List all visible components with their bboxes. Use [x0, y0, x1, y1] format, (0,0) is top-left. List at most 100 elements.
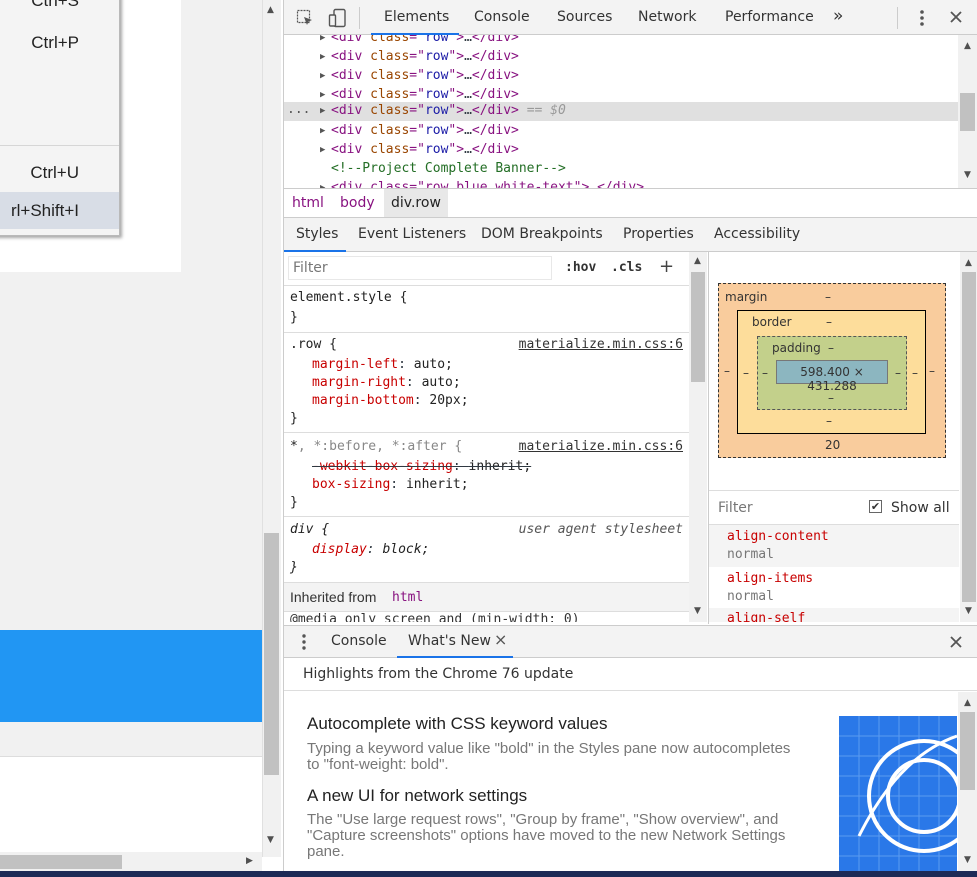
tab-console[interactable]: Console [474, 9, 530, 25]
expand-triangle-icon[interactable]: ▶ [320, 71, 325, 81]
scroll-up-arrow-icon[interactable]: ▲ [267, 5, 274, 15]
dom-node-row[interactable]: ▶ <div class="row">…</div> [284, 141, 958, 160]
tab-event-listeners[interactable]: Event Listeners [358, 226, 466, 242]
new-style-rule-button[interactable]: + [659, 256, 674, 277]
context-menu-item-view-source[interactable]: Ctrl+U [30, 163, 79, 183]
dom-node-row-selected[interactable]: ... ▶ <div class="row">…</div> == $0 [284, 102, 958, 121]
dom-node-row[interactable]: ▶ <div class="row">…</div> [284, 35, 958, 48]
context-menu-item-save[interactable]: Ctrl+S [31, 0, 79, 11]
computed-scrollbar[interactable]: ▲ ▼ [960, 252, 977, 622]
rule-divider [284, 516, 689, 517]
rule-media-partial[interactable]: @media only screen and (min-width: 0) [284, 612, 689, 622]
expand-triangle-icon[interactable]: ▶ [320, 35, 325, 43]
computed-row[interactable]: align-self [709, 608, 959, 622]
expand-triangle-icon[interactable]: ▶ [320, 145, 325, 155]
cls-button[interactable]: .cls [611, 260, 642, 275]
styles-subtabs: Styles Event Listeners DOM Breakpoints P… [284, 218, 977, 252]
whats-new-scrollbar[interactable]: ▲ ▼ [958, 692, 977, 871]
page-horizontal-scroll-thumb[interactable] [0, 855, 122, 869]
breadcrumb-div-row[interactable]: div.row [391, 195, 441, 211]
page-vertical-scroll-thumb[interactable] [264, 533, 279, 775]
box-model-padding[interactable]: padding – – – – 598.400 × 431.288 [757, 336, 907, 410]
page-viewport: Ctrl+S Ctrl+P Ctrl+U rl+Shift+I [0, 0, 262, 857]
dom-comment[interactable]: <!--Project Complete Banner--> [284, 160, 958, 179]
box-model-content[interactable]: 598.400 × 431.288 [776, 360, 888, 393]
dom-node-row-partial[interactable]: ▶ <div class="row blue white-text">…</di… [284, 179, 958, 188]
dom-tree-scrollbar[interactable]: ▲ ▼ [958, 35, 977, 188]
styles-scrollbar[interactable]: ▲ ▼ [689, 252, 707, 622]
show-all-label: Show all [891, 500, 950, 516]
computed-scroll-thumb[interactable] [962, 272, 976, 602]
expand-triangle-icon[interactable]: ▶ [320, 90, 325, 100]
scroll-down-arrow-icon[interactable]: ▼ [965, 606, 972, 616]
scroll-up-arrow-icon[interactable]: ▲ [965, 258, 972, 268]
whats-new-content: Autocomplete with CSS keyword values Typ… [284, 692, 958, 871]
scroll-up-arrow-icon[interactable]: ▲ [694, 256, 701, 266]
whats-new-item-title[interactable]: A new UI for network settings [307, 786, 527, 806]
hov-button[interactable]: :hov [565, 260, 596, 275]
tab-network[interactable]: Network [638, 9, 696, 25]
scroll-up-arrow-icon[interactable]: ▲ [964, 41, 971, 51]
tab-properties[interactable]: Properties [623, 226, 694, 242]
show-all-checkbox[interactable]: ✔ [869, 500, 882, 513]
drawer-tab-console[interactable]: Console [331, 633, 387, 649]
whats-new-scroll-thumb[interactable] [960, 712, 975, 790]
context-menu-item-print[interactable]: Ctrl+P [31, 33, 79, 53]
scroll-right-arrow-icon[interactable]: ▶ [246, 856, 253, 866]
expand-triangle-icon[interactable]: ▶ [320, 52, 325, 62]
rule-row[interactable]: .row { materialize.min.css:6 margin-left… [284, 335, 689, 429]
context-menu: Ctrl+S Ctrl+P Ctrl+U rl+Shift+I [0, 0, 120, 236]
close-drawer-icon[interactable] [949, 635, 963, 649]
inherited-from-link[interactable]: html [392, 590, 423, 605]
tab-dom-breakpoints[interactable]: DOM Breakpoints [481, 226, 603, 242]
scroll-down-arrow-icon[interactable]: ▼ [267, 835, 274, 845]
scroll-down-arrow-icon[interactable]: ▼ [964, 170, 971, 180]
tab-accessibility[interactable]: Accessibility [714, 226, 800, 242]
rule-divider [284, 332, 689, 333]
kebab-menu-icon[interactable] [918, 9, 926, 27]
tab-styles[interactable]: Styles [296, 226, 338, 242]
rule-source-link[interactable]: materialize.min.css:6 [519, 337, 683, 352]
whats-new-header: Highlights from the Chrome 76 update [284, 658, 977, 691]
breadcrumb-body[interactable]: body [340, 195, 375, 211]
device-toolbar-icon[interactable] [328, 8, 348, 28]
whats-new-item-title[interactable]: Autocomplete with CSS keyword values [307, 714, 607, 734]
scroll-down-arrow-icon[interactable]: ▼ [964, 855, 971, 865]
drawer-menu-icon[interactable] [301, 633, 307, 651]
styles-scroll-thumb[interactable] [691, 272, 705, 382]
inspect-element-icon[interactable] [296, 9, 314, 27]
styles-filter-input[interactable]: Filter [288, 256, 552, 280]
double-chevron-right-icon[interactable]: » [833, 6, 843, 26]
rule-universal[interactable]: *, *:before, *:after { materialize.min.c… [284, 437, 689, 513]
dom-node-row[interactable]: ▶ <div class="row">…</div> [284, 48, 958, 67]
dom-tree: ▶ <div class="row">…</div> ▶ <div class=… [284, 35, 958, 188]
margin-bottom-value[interactable]: 20 [825, 438, 840, 452]
computed-row[interactable]: align-content normal [709, 525, 959, 567]
scroll-down-arrow-icon[interactable]: ▼ [694, 606, 701, 616]
drawer-toolbar: Console What's New × [284, 625, 977, 658]
dom-node-row[interactable]: ▶ <div class="row">…</div> [284, 67, 958, 86]
rule-source-link[interactable]: materialize.min.css:6 [519, 439, 683, 454]
tab-sources[interactable]: Sources [557, 9, 612, 25]
scroll-up-arrow-icon[interactable]: ▲ [964, 698, 971, 708]
expand-triangle-icon[interactable]: ▶ [320, 106, 325, 116]
box-model-margin[interactable]: margin – – – 20 border – – – – padding –… [718, 283, 946, 458]
computed-row[interactable]: align-items normal [709, 567, 959, 608]
expand-triangle-icon[interactable]: ▶ [320, 126, 325, 136]
tab-elements[interactable]: Elements [384, 9, 449, 25]
context-menu-item-inspect[interactable]: rl+Shift+I [11, 201, 79, 221]
close-tab-icon[interactable]: × [494, 630, 507, 649]
computed-filter-input[interactable]: Filter [718, 500, 753, 516]
box-model-border[interactable]: border – – – – padding – – – – 598.400 ×… [737, 310, 926, 434]
dom-ellipsis-icon[interactable]: ... [287, 102, 310, 117]
tab-performance[interactable]: Performance [725, 9, 814, 25]
dom-node-row[interactable]: ▶ <div class="row">…</div> [284, 122, 958, 141]
rule-element-style[interactable]: element.style { } [284, 288, 689, 330]
dom-tree-scroll-thumb[interactable] [960, 93, 975, 131]
close-devtools-icon[interactable] [949, 10, 963, 24]
styles-pane: element.style { } .row { materialize.min… [284, 252, 689, 622]
drawer-tab-whats-new[interactable]: What's New [408, 633, 491, 649]
whats-new-item-body: Typing a keyword value like "bold" in th… [307, 740, 791, 773]
rule-div-user-agent[interactable]: div { user agent stylesheet display: blo… [284, 520, 689, 580]
breadcrumb-html[interactable]: html [292, 195, 324, 211]
